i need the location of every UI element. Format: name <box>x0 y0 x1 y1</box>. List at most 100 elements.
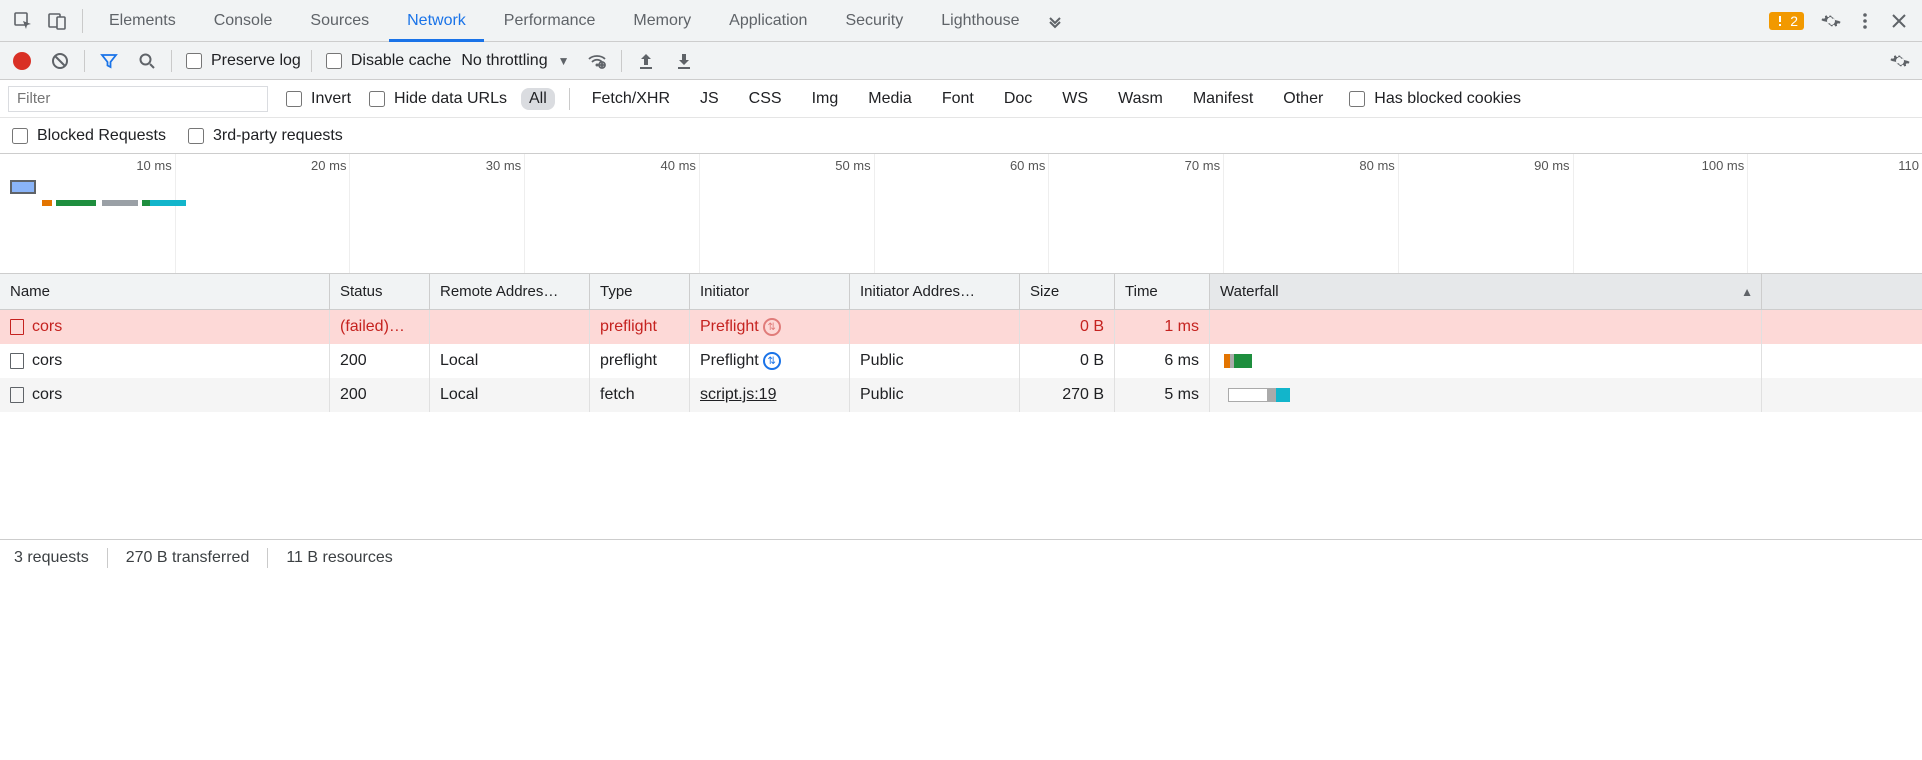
blocked-requests-checkbox[interactable]: Blocked Requests <box>8 125 166 147</box>
blocked-requests-label: Blocked Requests <box>37 127 166 145</box>
upload-har-icon[interactable] <box>632 47 660 75</box>
network-settings-gear-icon[interactable] <box>1886 47 1914 75</box>
timeline-tick: 10 ms <box>175 154 176 273</box>
disable-cache-label: Disable cache <box>351 52 452 70</box>
invert-checkbox[interactable]: Invert <box>282 88 351 110</box>
chevron-down-icon: ▼ <box>558 54 570 68</box>
tab-network[interactable]: Network <box>389 0 484 41</box>
timeline-tick: 60 ms <box>1048 154 1049 273</box>
third-party-label: 3rd-party requests <box>213 127 343 145</box>
invert-label: Invert <box>311 90 351 108</box>
tab-lighthouse[interactable]: Lighthouse <box>923 0 1037 41</box>
status-requests: 3 requests <box>14 549 89 567</box>
col-waterfall-secondary[interactable] <box>1762 274 1922 309</box>
sort-asc-icon: ▲ <box>1741 285 1753 299</box>
timeline-tick: 80 ms <box>1398 154 1399 273</box>
table-row[interactable]: cors(failed)…preflightPreflight ⇅0 B1 ms <box>0 310 1922 344</box>
has-blocked-cookies-checkbox[interactable]: Has blocked cookies <box>1345 88 1521 110</box>
type-filter-ws[interactable]: WS <box>1054 88 1096 110</box>
type-filter-css[interactable]: CSS <box>741 88 790 110</box>
settings-gear-icon[interactable] <box>1814 4 1848 38</box>
request-name: cors <box>32 318 62 336</box>
tab-elements[interactable]: Elements <box>91 0 194 41</box>
table-row[interactable]: cors200LocalpreflightPreflight ⇅Public0 … <box>0 344 1922 378</box>
disable-cache-input[interactable] <box>326 53 342 69</box>
has-blocked-cookies-label: Has blocked cookies <box>1374 90 1521 108</box>
tab-security[interactable]: Security <box>827 0 921 41</box>
divider <box>311 50 312 72</box>
col-size[interactable]: Size <box>1020 274 1115 309</box>
timeline-tick: 90 ms <box>1573 154 1574 273</box>
record-button[interactable] <box>8 47 36 75</box>
col-name[interactable]: Name <box>0 274 330 309</box>
network-conditions-icon[interactable] <box>583 47 611 75</box>
filter-input[interactable] <box>8 86 268 112</box>
type-filter-media[interactable]: Media <box>860 88 920 110</box>
type-filter-font[interactable]: Font <box>934 88 982 110</box>
table-row[interactable]: cors200Localfetchscript.js:19Public270 B… <box>0 378 1922 412</box>
timeline-tick: 100 ms <box>1747 154 1748 273</box>
preserve-log-input[interactable] <box>186 53 202 69</box>
preflight-swap-icon: ⇅ <box>763 318 781 336</box>
throttling-select[interactable]: No throttling ▼ <box>461 52 573 70</box>
col-remote[interactable]: Remote Addres… <box>430 274 590 309</box>
col-initiator[interactable]: Initiator <box>690 274 850 309</box>
tab-memory[interactable]: Memory <box>615 0 709 41</box>
overview-timeline[interactable]: 10 ms20 ms30 ms40 ms50 ms60 ms70 ms80 ms… <box>0 154 1922 274</box>
divider <box>82 9 83 33</box>
blocked-requests-input[interactable] <box>12 128 28 144</box>
invert-input[interactable] <box>286 91 302 107</box>
has-blocked-cookies-input[interactable] <box>1349 91 1365 107</box>
disable-cache-checkbox[interactable]: Disable cache <box>322 50 452 72</box>
timeline-tick: 50 ms <box>874 154 875 273</box>
type-filter-fetch-xhr[interactable]: Fetch/XHR <box>584 88 678 110</box>
type-filter-other[interactable]: Other <box>1275 88 1331 110</box>
tab-console[interactable]: Console <box>196 0 291 41</box>
col-waterfall[interactable]: Waterfall▲ <box>1210 274 1762 309</box>
divider <box>171 50 172 72</box>
hide-data-urls-checkbox[interactable]: Hide data URLs <box>365 88 507 110</box>
requests-table-body: cors(failed)…preflightPreflight ⇅0 B1 ms… <box>0 310 1922 540</box>
timeline-tick: 30 ms <box>524 154 525 273</box>
status-transferred: 270 B transferred <box>126 549 250 567</box>
status-resources: 11 B resources <box>286 549 392 567</box>
timeline-tick: 70 ms <box>1223 154 1224 273</box>
status-bar: 3 requests 270 B transferred 11 B resour… <box>0 540 1922 576</box>
issues-badge[interactable]: 2 <box>1769 12 1804 30</box>
col-initiator-address[interactable]: Initiator Addres… <box>850 274 1020 309</box>
close-devtools-icon[interactable] <box>1882 4 1916 38</box>
inspect-element-icon[interactable] <box>6 4 40 38</box>
download-har-icon[interactable] <box>670 47 698 75</box>
tab-performance[interactable]: Performance <box>486 0 614 41</box>
request-name: cors <box>32 386 62 404</box>
device-toolbar-icon[interactable] <box>40 4 74 38</box>
type-filter-wasm[interactable]: Wasm <box>1110 88 1171 110</box>
type-filter-js[interactable]: JS <box>692 88 727 110</box>
divider <box>84 50 85 72</box>
type-filter-manifest[interactable]: Manifest <box>1185 88 1261 110</box>
devtools-tab-strip: ElementsConsoleSourcesNetworkPerformance… <box>0 0 1922 42</box>
third-party-checkbox[interactable]: 3rd-party requests <box>184 125 343 147</box>
type-filter-all[interactable]: All <box>521 88 555 110</box>
type-filter-img[interactable]: Img <box>804 88 847 110</box>
preflight-swap-icon: ⇅ <box>763 352 781 370</box>
kebab-menu-icon[interactable] <box>1848 4 1882 38</box>
third-party-input[interactable] <box>188 128 204 144</box>
preserve-log-label: Preserve log <box>211 52 301 70</box>
request-name: cors <box>32 352 62 370</box>
hide-data-urls-input[interactable] <box>369 91 385 107</box>
search-icon[interactable] <box>133 47 161 75</box>
filter-funnel-icon[interactable] <box>95 47 123 75</box>
preserve-log-checkbox[interactable]: Preserve log <box>182 50 301 72</box>
tab-application[interactable]: Application <box>711 0 825 41</box>
type-filter-doc[interactable]: Doc <box>996 88 1040 110</box>
initiator-link[interactable]: script.js:19 <box>700 386 776 404</box>
col-status[interactable]: Status <box>330 274 430 309</box>
more-tabs-icon[interactable] <box>1038 4 1072 38</box>
clear-button-icon[interactable] <box>46 47 74 75</box>
col-time[interactable]: Time <box>1115 274 1210 309</box>
panel-tabs: ElementsConsoleSourcesNetworkPerformance… <box>91 0 1038 41</box>
hide-data-urls-label: Hide data URLs <box>394 90 507 108</box>
tab-sources[interactable]: Sources <box>292 0 387 41</box>
col-type[interactable]: Type <box>590 274 690 309</box>
